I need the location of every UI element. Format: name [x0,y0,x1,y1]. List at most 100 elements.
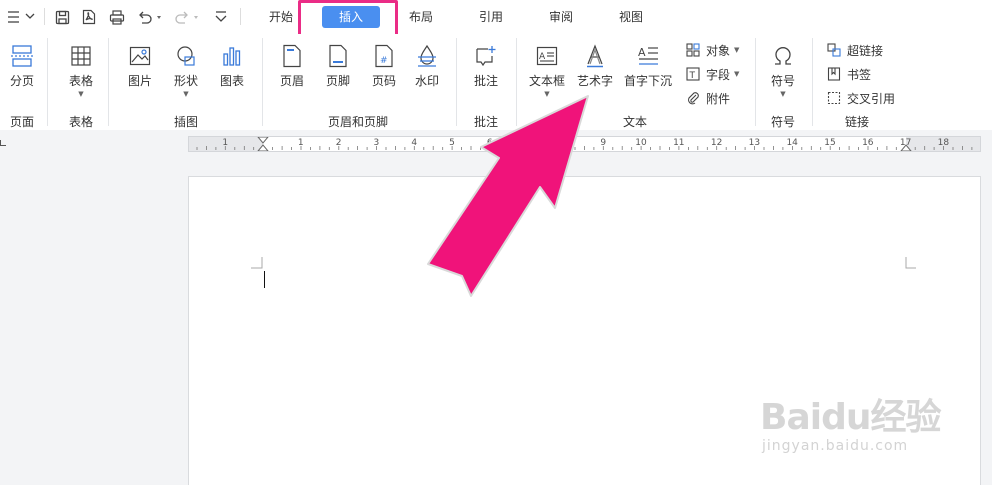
chevron-down-icon: ▼ [734,46,740,54]
chevron-down-icon: ▼ [183,90,189,98]
omega-symbol-icon [775,47,791,65]
ribbon-insert: 分页 页面 表格 ▼ 表格 图片 形状 ▼ 图表 插图 页眉 页脚 # 页码 水… [0,34,992,130]
header-button[interactable]: 页眉 [276,42,308,89]
svg-text:#: # [380,56,388,66]
hyperlink-button[interactable]: 超链接 [826,41,883,59]
ruler-number: 13 [748,138,761,148]
tab-stop-selector[interactable] [0,140,6,146]
page-break-icon [11,45,33,67]
group-label-table: 表格 [69,115,94,129]
ruler-number: 1 [297,138,304,148]
group-label-illustration: 插图 [174,115,199,129]
cross-reference-icon [827,91,841,105]
group-label-header-footer: 页眉和页脚 [328,115,389,129]
ruler-number: 14 [786,138,798,148]
hamburger-menu-icon [8,11,35,23]
wordart-button[interactable]: 艺术字 [576,42,614,89]
bar-chart-icon [223,47,241,66]
dropdown-more-icon [215,11,227,22]
ruler-number: 5 [449,138,455,148]
group-separator [262,38,263,126]
chevron-down-icon: ▼ [780,90,786,98]
redo-icon [175,11,198,24]
group-separator [812,38,813,126]
margin-corner-mark [251,257,263,269]
object-button[interactable]: 对象 ▼ [685,41,739,59]
watermark-button[interactable]: 水印 [410,42,444,89]
ruler-number: 2 [335,138,342,148]
group-separator [456,38,457,126]
margin-corner-mark [905,257,916,269]
field-button[interactable]: T 字段 ▼ [685,65,739,83]
right-indent-marker[interactable] [900,137,912,151]
group-label-page: 页面 [10,115,35,129]
shape-icon [177,46,195,66]
tab-view[interactable]: 视图 [612,7,650,27]
undo-button[interactable] [137,8,163,26]
ruler-area: 1 1 2 3 4 5 6 7 8 9 10 11 12 13 14 15 16 17 18 [0,130,992,155]
ruler-number: 4 [411,138,418,148]
group-label-link: 链接 [845,115,870,129]
print-button[interactable] [108,8,126,26]
ruler-number: 16 [862,138,874,148]
redo-button[interactable] [174,8,200,26]
title-bar: 开始 插入 布局 引用 审阅 视图 [0,0,992,34]
bookmark-button[interactable]: 书签 [826,65,871,83]
object-icon [686,43,700,57]
export-pdf-button[interactable] [80,8,98,26]
baidu-jingyan-watermark: Baidu经验 jingyan.baidu.com [748,380,988,470]
page-break-button[interactable]: 分页 [6,42,38,89]
group-label-symbol: 符号 [771,115,796,129]
tab-layout[interactable]: 布局 [402,7,440,27]
watermark-logo: Baidu经验 [760,397,941,438]
field-icon: T [686,67,700,81]
undo-icon [139,11,161,24]
tab-references[interactable]: 引用 [472,7,510,27]
shape-button[interactable]: 形状 ▼ [170,42,202,98]
text-cursor [264,271,265,288]
save-icon [55,10,69,24]
ruler-number: 3 [373,138,380,148]
cross-reference-button[interactable]: 交叉引用 [826,89,895,107]
table-button[interactable]: 表格 ▼ [65,42,97,98]
ruler-number: 10 [635,138,647,148]
horizontal-ruler[interactable]: 1 1 2 3 4 5 6 7 8 9 10 11 12 13 14 15 16 17 18 [188,136,981,152]
ruler-number: 12 [710,138,723,148]
attachment-button[interactable]: 附件 [685,89,730,107]
svg-text:A: A [638,46,646,59]
picture-button[interactable]: 图片 [124,42,156,89]
drop-cap-button[interactable]: A 首字下沉 [624,42,672,89]
ruler-number: 6 [486,138,493,148]
paperclip-icon [688,92,699,105]
ruler-number: 1 [222,138,229,148]
page-number-button[interactable]: # 页码 [368,42,400,89]
textbox-button[interactable]: A 文本框 ▼ [527,42,567,98]
tab-review[interactable]: 审阅 [542,7,580,27]
chevron-down-icon: ▼ [78,90,84,98]
textbox-icon: A [536,46,558,66]
divider [44,8,45,25]
group-label-comment: 批注 [474,115,499,129]
ruler-number: 7 [524,138,531,148]
comment-button[interactable]: 批注 [470,42,502,89]
save-button[interactable] [53,8,71,26]
ruler-number: 11 [673,138,685,148]
watermark-icon [418,44,436,67]
picture-icon [129,46,151,66]
group-separator [516,38,517,126]
group-separator [108,38,109,126]
tab-insert[interactable]: 插入 [322,6,380,28]
footer-button[interactable]: 页脚 [322,42,354,89]
footer-icon [329,44,347,68]
pdf-icon [82,9,96,25]
chart-button[interactable]: 图表 [216,42,248,89]
wordart-icon [587,44,603,68]
left-indent-marker[interactable] [257,137,269,151]
symbol-button[interactable]: 符号 ▼ [767,42,799,98]
customize-toolbar-button[interactable] [212,8,230,26]
tab-home[interactable]: 开始 [262,7,300,27]
group-label-text: 文本 [623,115,648,129]
menu-button[interactable] [6,8,38,26]
table-icon [71,46,91,66]
group-separator [755,38,756,126]
